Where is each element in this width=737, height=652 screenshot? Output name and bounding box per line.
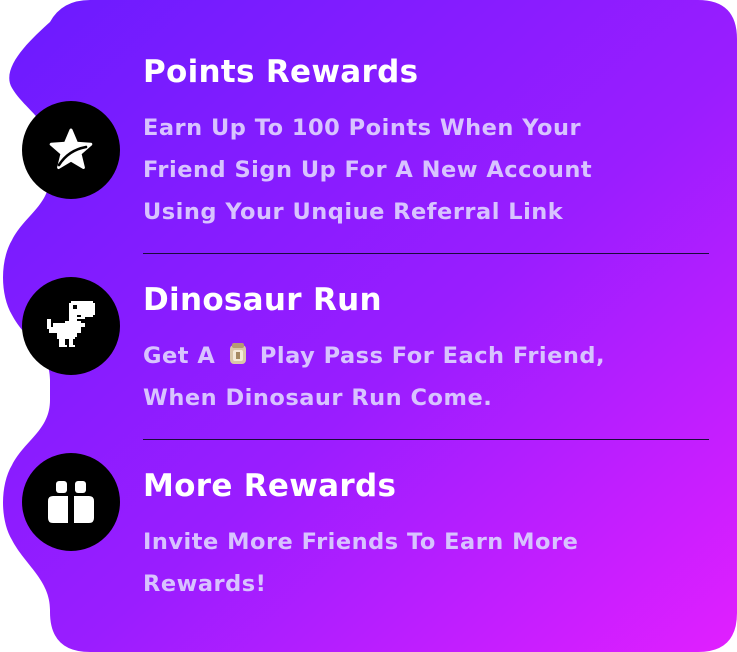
dinosaur-icon (45, 299, 97, 353)
points-rewards-description: Earn Up To 100 Points When Your Friend S… (143, 107, 703, 233)
friends-icon (46, 479, 96, 525)
points-rewards-title: Points Rewards (143, 54, 419, 90)
dinosaur-run-description-line: When Dinosaur Run Come. (143, 385, 493, 411)
play-pass-icon (228, 338, 248, 364)
section-divider (143, 253, 709, 254)
points-rewards-description-line: Earn Up To 100 Points When Your (143, 115, 582, 141)
points-rewards-icon-circle (22, 101, 120, 199)
points-rewards-description-line: Using Your Unqiue Referral Link (143, 199, 564, 225)
dinosaur-run-description-prefix: Get A (143, 343, 216, 369)
more-rewards-description-line: Invite More Friends To Earn More (143, 529, 579, 555)
dinosaur-run-description-suffix: Play Pass For Each Friend, (259, 343, 606, 369)
dinosaur-run-icon-circle (22, 277, 120, 375)
more-rewards-title: More Rewards (143, 468, 397, 504)
dinosaur-run-title: Dinosaur Run (143, 282, 382, 318)
dinosaur-run-description-line: Get A Play Pass For Each Friend, (143, 335, 703, 377)
section-divider (143, 439, 709, 440)
more-rewards-description: Invite More Friends To Earn More Rewards… (143, 521, 703, 605)
star-icon (48, 127, 94, 173)
more-rewards-description-line: Rewards! (143, 571, 267, 597)
dinosaur-run-description: Get A Play Pass For Each Friend, When Di… (143, 335, 703, 419)
more-rewards-icon-circle (22, 453, 120, 551)
referral-rewards-card: Points Rewards Earn Up To 100 Points Whe… (0, 0, 737, 652)
points-rewards-description-line: Friend Sign Up For A New Account (143, 157, 593, 183)
